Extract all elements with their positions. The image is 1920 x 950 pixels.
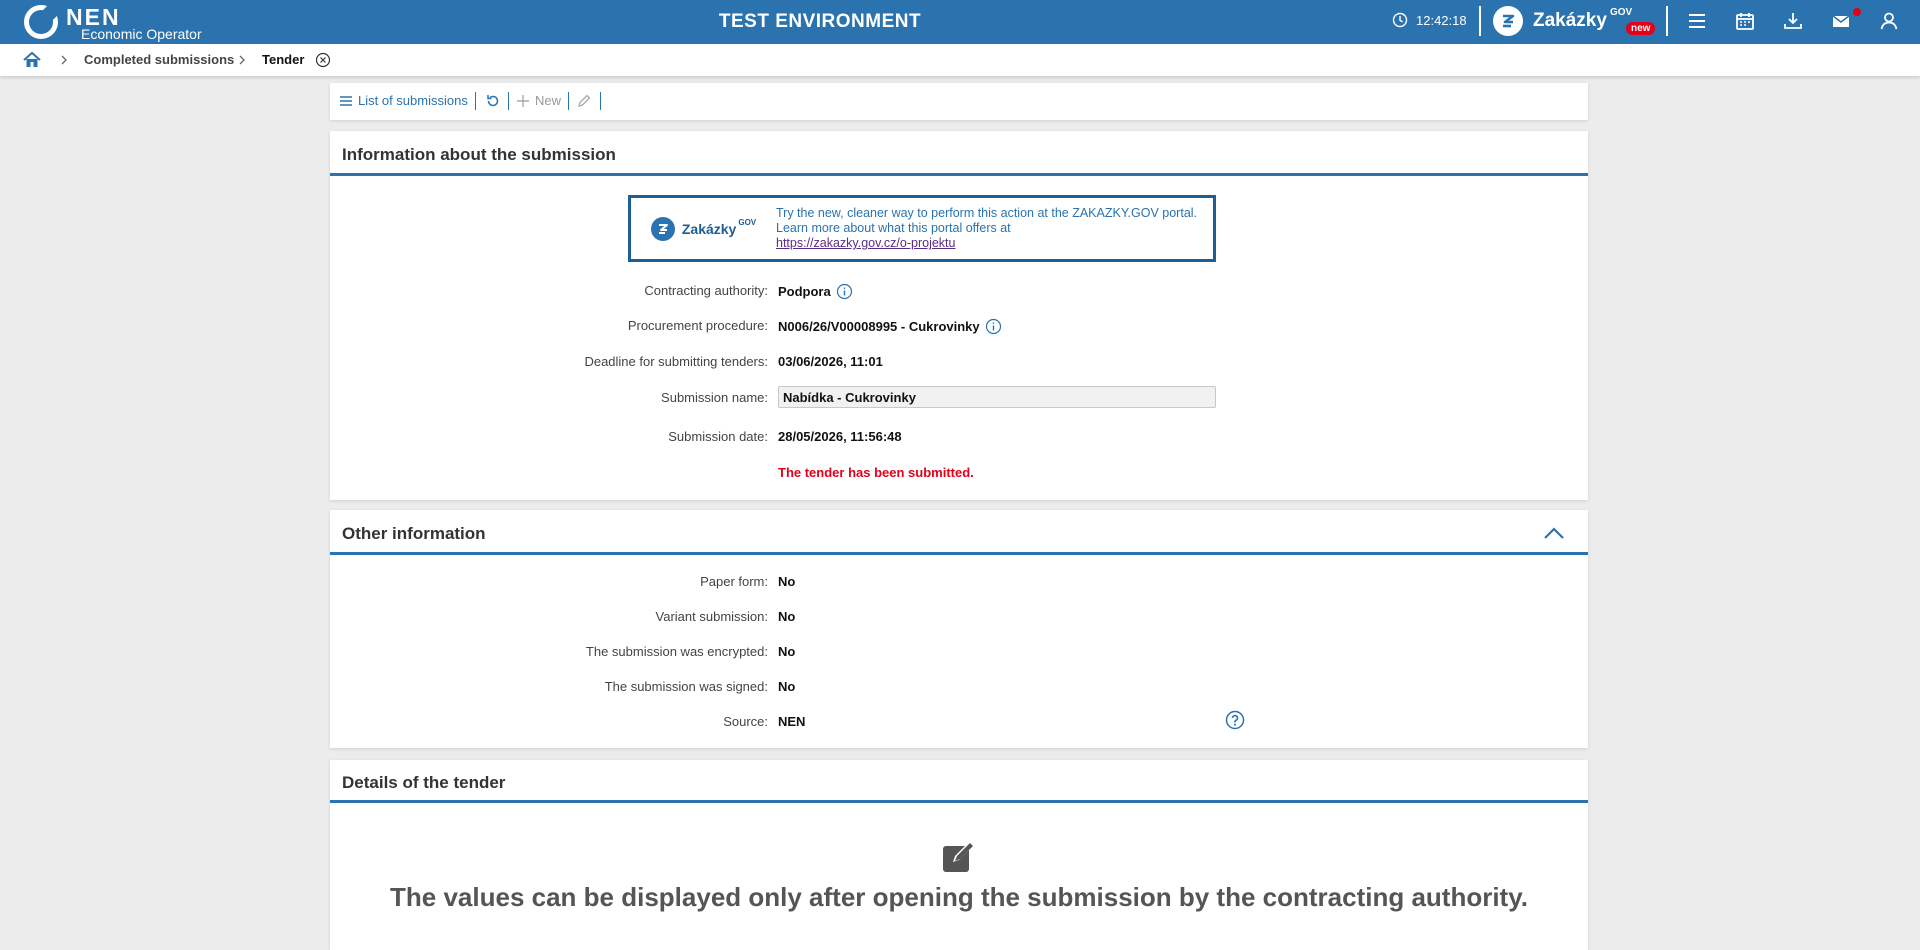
- refresh-button[interactable]: [485, 93, 501, 109]
- breadcrumb: Completed submissions Tender: [0, 44, 1920, 76]
- new-badge: new: [1626, 22, 1656, 35]
- deadline-value: 03/06/2026, 11:01: [778, 354, 883, 369]
- breadcrumb-tender: Tender: [262, 52, 305, 67]
- field-label: Submission name:: [661, 390, 768, 405]
- menu-icon[interactable]: [1686, 10, 1708, 32]
- list-icon: [340, 95, 352, 106]
- field-contracting-authority: Contracting authority: Podpora: [330, 283, 1588, 303]
- banner-line-1: Try the new, cleaner way to perform this…: [776, 206, 1198, 220]
- encrypted-value: No: [778, 644, 796, 659]
- source-value: NEN: [778, 714, 806, 729]
- field-source: Source: NEN: [330, 714, 1588, 734]
- section-header: Details of the tender: [330, 760, 1588, 803]
- new-label: New: [535, 93, 562, 108]
- mail-notification-dot: [1853, 8, 1861, 16]
- field-label: The submission was encrypted:: [585, 644, 768, 659]
- zakazky-banner-logo: Zakázky GOV: [631, 198, 776, 259]
- help-icon[interactable]: [1225, 710, 1245, 730]
- field-label: Variant submission:: [655, 609, 768, 624]
- pencil-icon: [578, 94, 591, 107]
- divider: [1666, 6, 1668, 36]
- procurement-procedure-value: N006/26/V00008995 - Cukrovinky: [778, 319, 980, 334]
- zakazky-logo-icon: [650, 216, 675, 241]
- zakazky-banner-gov: GOV: [738, 218, 757, 227]
- field-paper-form: Paper form: No: [330, 574, 1588, 594]
- clock-icon: [1392, 12, 1408, 28]
- paper-form-value: No: [778, 574, 796, 589]
- calendar-icon[interactable]: [1734, 10, 1756, 32]
- zakazky-logo-icon: [1493, 6, 1523, 36]
- tender-details-panel: Details of the tender The values can be …: [330, 760, 1588, 950]
- section-title: Information about the submission: [342, 145, 616, 164]
- field-label: Paper form:: [700, 574, 768, 589]
- list-of-submissions-label: List of submissions: [358, 93, 468, 108]
- section-header: Other information: [330, 510, 1588, 555]
- chevron-up-icon[interactable]: [1542, 526, 1566, 540]
- submission-name-field: Nabídka - Cukrovinky: [778, 386, 1216, 408]
- contracting-authority-value: Podpora: [778, 284, 831, 299]
- user-icon[interactable]: [1878, 10, 1900, 32]
- info-icon[interactable]: [836, 283, 853, 300]
- edit-button[interactable]: [576, 93, 592, 109]
- field-label: Procurement procedure:: [627, 318, 768, 333]
- info-icon[interactable]: [985, 318, 1002, 335]
- mail-icon[interactable]: [1830, 10, 1852, 32]
- clock-time: 12:42:18: [1416, 12, 1467, 28]
- toolbar-divider: [568, 92, 569, 110]
- variant-submission-value: No: [778, 609, 796, 624]
- zakazky-promo-banner: Zakázky GOV Try the new, cleaner way to …: [628, 195, 1216, 262]
- zakazky-project-link[interactable]: https://zakazky.gov.cz/o-projektu: [776, 236, 1197, 251]
- field-label: Source:: [723, 714, 768, 729]
- new-button[interactable]: New: [516, 93, 561, 108]
- section-title: Other information: [342, 524, 486, 543]
- breadcrumb-completed-submissions[interactable]: Completed submissions: [84, 52, 234, 67]
- list-of-submissions-button[interactable]: List of submissions: [339, 93, 468, 108]
- restricted-values-message: The values can be displayed only after o…: [390, 882, 1528, 912]
- field-submission-name: Submission name: Nabídka - Cukrovinky: [330, 386, 1588, 410]
- edit-note-icon: [943, 842, 973, 872]
- submission-status-message: The tender has been submitted.: [778, 465, 974, 480]
- field-procurement-procedure: Procurement procedure: N006/26/V00008995…: [330, 318, 1588, 338]
- submission-info-panel: Information about the submission Zakázky…: [330, 131, 1588, 500]
- refresh-icon: [487, 95, 499, 107]
- field-label: Contracting authority:: [644, 283, 768, 298]
- chevron-right-icon: [61, 55, 67, 65]
- field-label: The submission was signed:: [604, 679, 768, 694]
- toolbar-divider: [508, 92, 509, 110]
- zakazky-banner-brand: Zakázky: [681, 220, 737, 237]
- download-icon[interactable]: [1782, 10, 1804, 32]
- zakazky-label: Zakázky: [1533, 10, 1607, 31]
- field-submission-date: Submission date: 28/05/2026, 11:56:48: [330, 429, 1588, 449]
- field-signed: The submission was signed: No: [330, 679, 1588, 699]
- session-clock: 12:42:18: [1392, 12, 1467, 28]
- close-tab-icon[interactable]: [315, 52, 331, 68]
- home-icon[interactable]: [22, 50, 42, 70]
- top-bar: NEN Economic Operator TEST ENVIRONMENT 1…: [0, 0, 1920, 44]
- field-encrypted: The submission was encrypted: No: [330, 644, 1588, 664]
- field-deadline: Deadline for submitting tenders: 03/06/2…: [330, 354, 1588, 374]
- signed-value: No: [778, 679, 796, 694]
- field-label: Deadline for submitting tenders:: [584, 354, 768, 369]
- zakazky-gov-sup: GOV: [1609, 6, 1633, 18]
- section-header: Information about the submission: [330, 131, 1588, 176]
- field-label: Submission date:: [668, 429, 768, 444]
- field-variant-submission: Variant submission: No: [330, 609, 1588, 629]
- toolbar-divider: [600, 92, 601, 110]
- toolbar-divider: [475, 92, 476, 110]
- chevron-right-icon: [239, 55, 245, 65]
- submission-date-value: 28/05/2026, 11:56:48: [778, 429, 902, 444]
- plus-icon: [517, 94, 529, 107]
- other-info-panel: Other information Paper form: No Variant…: [330, 510, 1588, 748]
- zakazky-gov-link[interactable]: Zakázky GOV: [1493, 6, 1632, 36]
- banner-line-2: Learn more about what this portal offers…: [776, 221, 1011, 235]
- section-title: Details of the tender: [342, 773, 506, 792]
- divider: [1479, 6, 1481, 36]
- action-toolbar: List of submissions New: [330, 83, 1588, 120]
